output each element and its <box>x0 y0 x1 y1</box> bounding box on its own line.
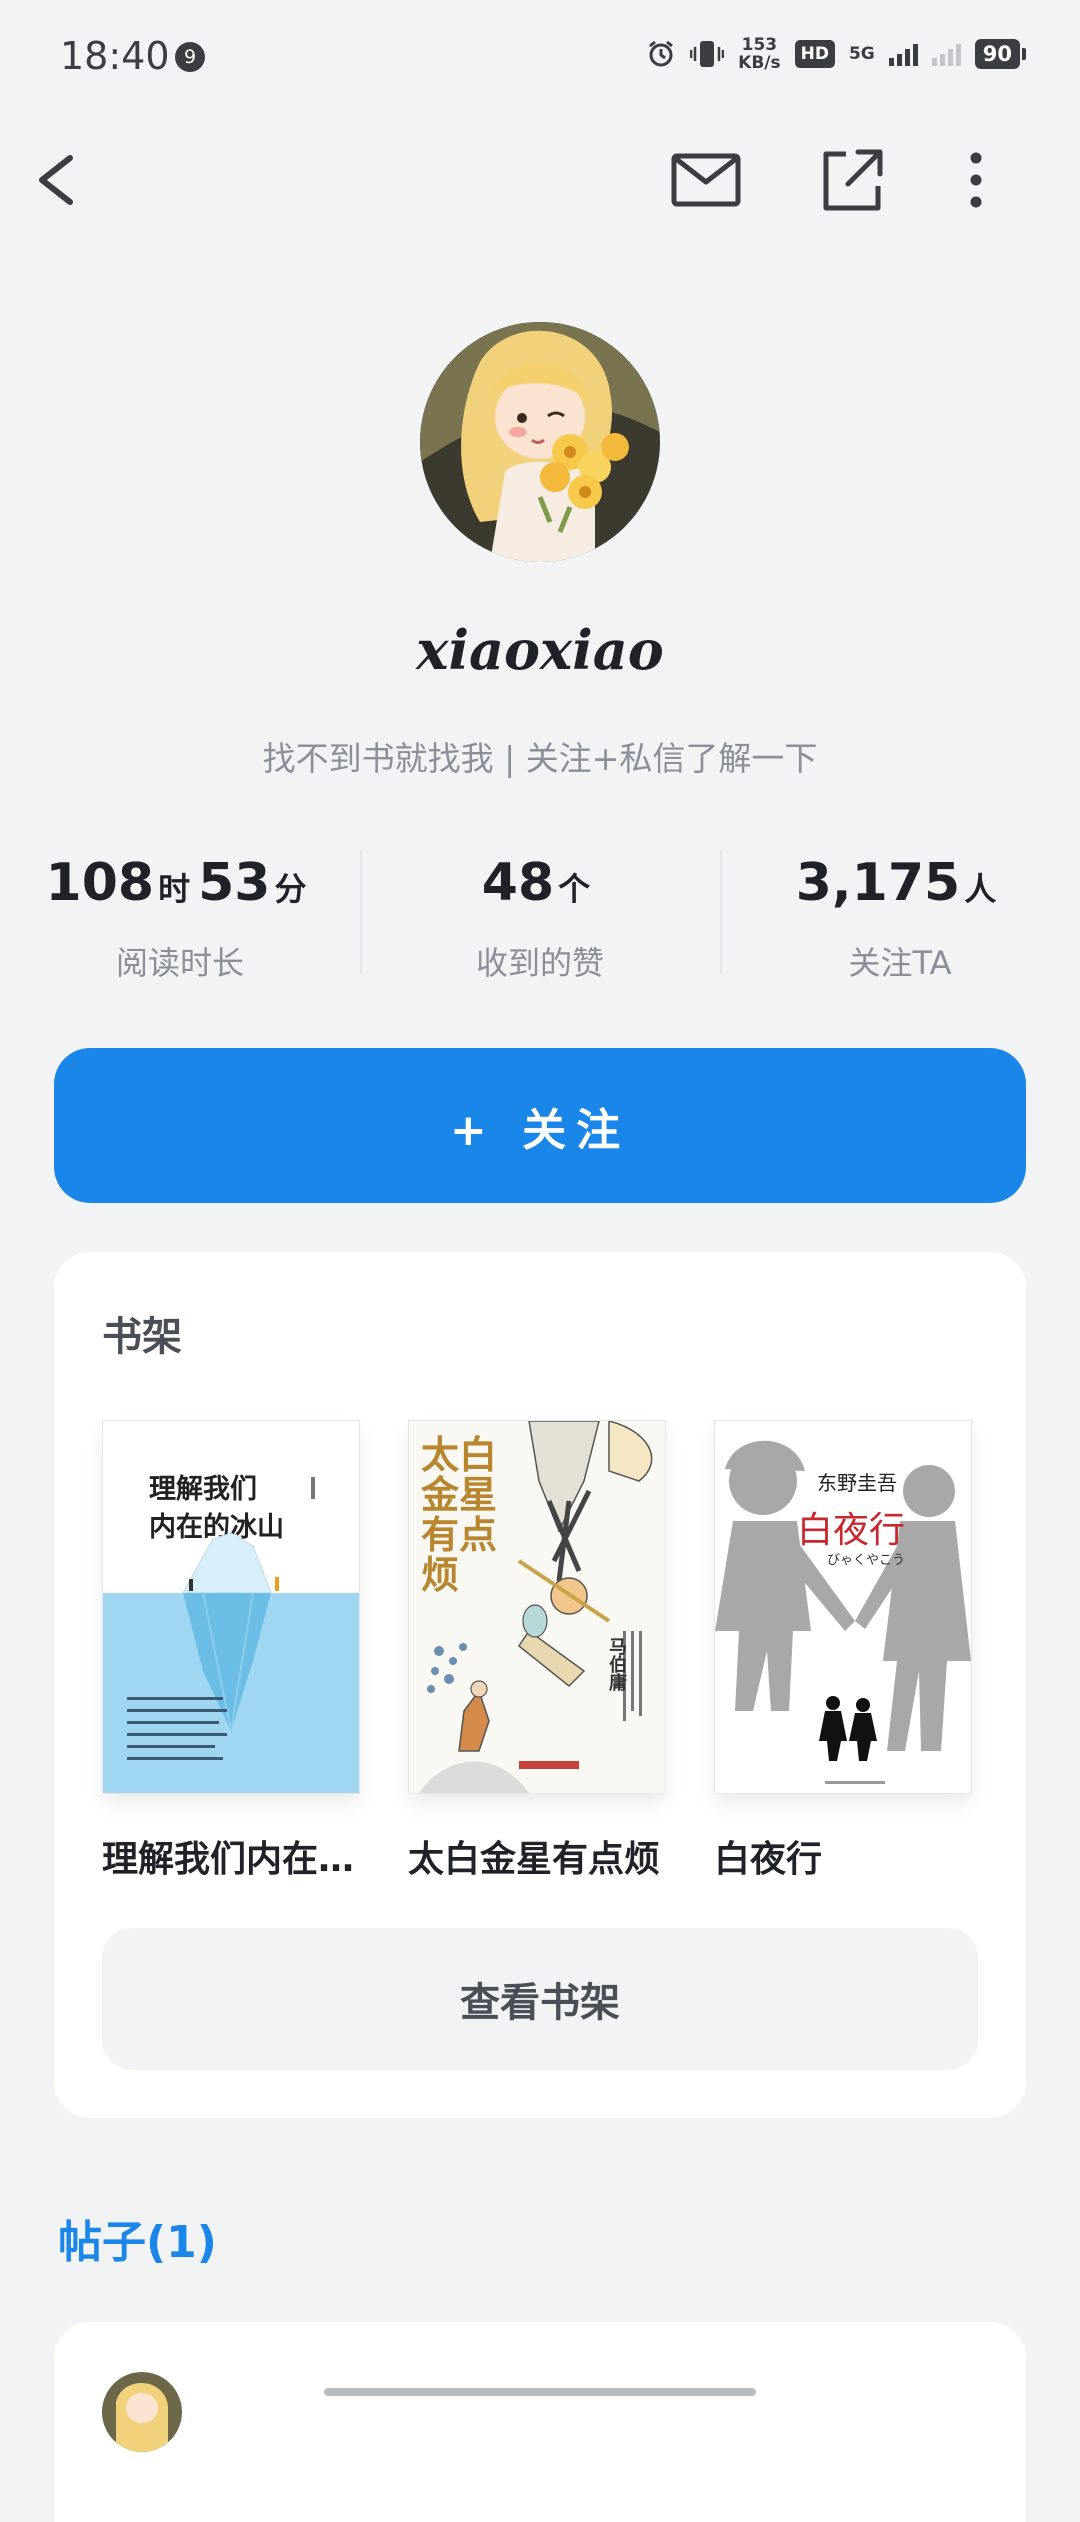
bio: 找不到书就找我 | 关注+私信了解一下 <box>262 739 818 778</box>
book-cover: 理解我们 内在的冰山 <box>102 1420 360 1794</box>
stat-value: 3,175 人 <box>720 848 1080 924</box>
net-speed-value: 153 <box>741 35 778 55</box>
signal-secondary-icon <box>931 42 961 66</box>
mail-icon <box>671 153 741 207</box>
stat-likes: 48 个 收到的赞 <box>360 848 720 982</box>
message-button[interactable] <box>666 140 746 220</box>
book-cover: 东野圭吾 白夜行 びゃくやこう <box>714 1420 972 1794</box>
bookshelf-title: 书架 <box>102 1314 182 1360</box>
back-button[interactable] <box>28 140 98 220</box>
cover-title: 太白金星有点烦 <box>421 1432 498 1597</box>
book-cover: 太白金星有点烦 马伯庸 <box>408 1420 666 1794</box>
home-indicator[interactable] <box>324 2388 756 2396</box>
hd-badge: HD <box>794 40 835 68</box>
net-speed-unit: KB/s <box>738 53 781 73</box>
post-card[interactable] <box>54 2322 1026 2522</box>
cover-subtitle: びゃくやこう <box>827 1553 906 1568</box>
share-button[interactable] <box>812 140 892 220</box>
stat-unit-minutes: 分 <box>274 870 307 908</box>
stat-value: 108 时 53 分 <box>0 848 360 924</box>
stats-row: 108 时 53 分 阅读时长 48 个 收到的赞 3,175 人 关注TA <box>0 848 1080 982</box>
stat-minutes: 53 <box>198 853 271 913</box>
book-item[interactable]: 太白金星有点烦 马伯庸 太白金星有点烦 <box>408 1420 666 1882</box>
cover-author: 东野圭吾 <box>817 1471 897 1495</box>
avatar-illustration <box>420 322 660 562</box>
book-title: 理解我们内在… <box>102 1839 355 1880</box>
status-bar: 18:40 9 153 KB/s HD 5G 90 <box>0 0 1080 110</box>
battery-icon: 90 <box>974 39 1027 69</box>
status-time: 18:40 <box>60 34 170 78</box>
cover-title: 白夜行 <box>797 1510 906 1551</box>
alarm-icon <box>649 40 674 67</box>
book-item[interactable]: 理解我们 内在的冰山 理解我们内在… <box>102 1420 360 1882</box>
stat-reading-time: 108 时 53 分 阅读时长 <box>0 848 360 982</box>
stat-followers-count: 3,175 <box>795 853 961 913</box>
avatar[interactable] <box>420 322 660 562</box>
post-avatar <box>102 2372 182 2452</box>
stat-label: 收到的赞 <box>475 944 604 982</box>
notification-badge: 9 <box>175 42 205 72</box>
book-title: 白夜行 <box>714 1839 823 1880</box>
avatar-thumbnail <box>102 2372 182 2452</box>
more-vertical-icon <box>970 152 982 208</box>
stat-likes-count: 48 <box>481 853 555 913</box>
follow-button[interactable]: + 关注 <box>54 1048 1026 1203</box>
share-icon <box>823 149 883 211</box>
chevron-left-icon <box>39 155 73 205</box>
stat-label: 阅读时长 <box>115 944 244 982</box>
stat-value: 48 个 <box>360 848 720 924</box>
network-type: 5G <box>848 44 875 64</box>
stat-unit-hours: 时 <box>158 870 191 908</box>
stat-followers[interactable]: 3,175 人 关注TA <box>720 848 1080 982</box>
posts-tab[interactable]: 帖子(1) <box>58 2206 217 2270</box>
username: xiaoxiao <box>416 618 664 682</box>
view-bookshelf-button[interactable]: 查看书架 <box>102 1928 978 2070</box>
cover-author: 马伯庸 <box>606 1637 627 1691</box>
net-speed: 153 KB/s <box>738 36 780 72</box>
stat-hours: 108 <box>45 853 155 913</box>
stat-unit: 个 <box>558 870 591 908</box>
status-icons: 153 KB/s HD 5G 90 <box>646 36 1027 72</box>
vibrate-icon <box>690 41 725 67</box>
book-title: 太白金星有点烦 <box>408 1839 661 1880</box>
more-button[interactable] <box>936 140 1016 220</box>
bookshelf-card: 书架 理解我们 内在的冰山 理解我们内在… 太白金星有点烦 马伯庸 太白金星有点… <box>54 1252 1026 2118</box>
book-item[interactable]: 东野圭吾 白夜行 びゃくやこう 白夜行 <box>714 1420 972 1882</box>
stat-label: 关注TA <box>848 944 952 982</box>
signal-icon <box>888 42 918 66</box>
stat-unit: 人 <box>964 870 997 908</box>
iceberg-illustration <box>127 1477 315 1760</box>
